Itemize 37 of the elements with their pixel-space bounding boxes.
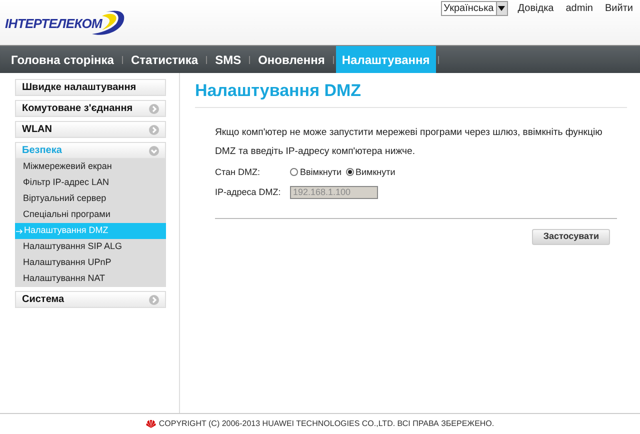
nav-tab[interactable]: Статистика — [124, 46, 204, 73]
copyright-text: COPYRIGHT (C) 2006-2013 HUAWEI TECHNOLOGIES CO.,LTD. ВСІ ПРАВА ЗБЕРЕЖЕНО. — [158, 418, 494, 430]
language-select[interactable]: Українська — [440, 1, 508, 16]
dropdown-caret-icon — [496, 2, 507, 15]
header-link[interactable]: Вийти — [604, 1, 633, 16]
sidebar-section[interactable]: WLAN — [15, 121, 166, 138]
radio-button[interactable] — [290, 168, 298, 176]
header-link[interactable]: Довідка — [518, 1, 554, 16]
nav-tab[interactable]: Головна сторінка — [5, 46, 120, 73]
page-title: Налаштування DMZ — [195, 78, 627, 108]
sidebar-item[interactable]: Налаштування UPnP — [15, 255, 166, 271]
nav-tab[interactable]: Оновлення — [252, 46, 331, 73]
sidebar-section[interactable]: Система — [15, 291, 166, 308]
expand-icon — [149, 124, 159, 134]
apply-button[interactable]: Застосувати — [532, 228, 610, 244]
sidebar-section[interactable]: Комутоване з'єднання — [15, 100, 166, 117]
sidebar-item[interactable]: Спеціальні програми — [15, 207, 166, 223]
header-link[interactable]: admin — [566, 1, 593, 16]
sidebar-item[interactable]: Налаштування SIP ALG — [15, 239, 166, 255]
radio-option[interactable]: Вимкнути — [346, 166, 396, 179]
arrow-icon — [16, 228, 23, 234]
sidebar-item[interactable]: Фільтр IP-адрес LAN — [15, 175, 166, 191]
collapse-icon — [149, 146, 159, 156]
field-label: IP-адреса DMZ: — [215, 186, 282, 199]
expand-icon — [149, 294, 159, 304]
sidebar-item[interactable]: Міжмережевий екран — [15, 159, 166, 175]
field-label: Стан DMZ: — [215, 166, 261, 178]
radio-button[interactable] — [346, 168, 354, 176]
radio-option[interactable]: Ввімкнути — [290, 166, 342, 179]
description-text: Якщо комп'ютер не може запустити мережеві програми через шлюз, ввімкніть функцію DMZ та введіть IP-адресу комп'ютера нижче. — [215, 126, 604, 158]
expand-icon — [149, 104, 159, 114]
sidebar-item[interactable]: Налаштування NAT — [15, 271, 166, 287]
nav-tab[interactable]: SMS — [209, 46, 248, 73]
logo-text: ІНТЕРТЕЛЕКОМ — [5, 15, 102, 34]
flower-logo-icon — [146, 420, 156, 428]
sidebar-item[interactable]: Віртуальний сервер — [15, 191, 166, 207]
sidebar-section[interactable]: Швидке налаштування — [15, 79, 166, 96]
